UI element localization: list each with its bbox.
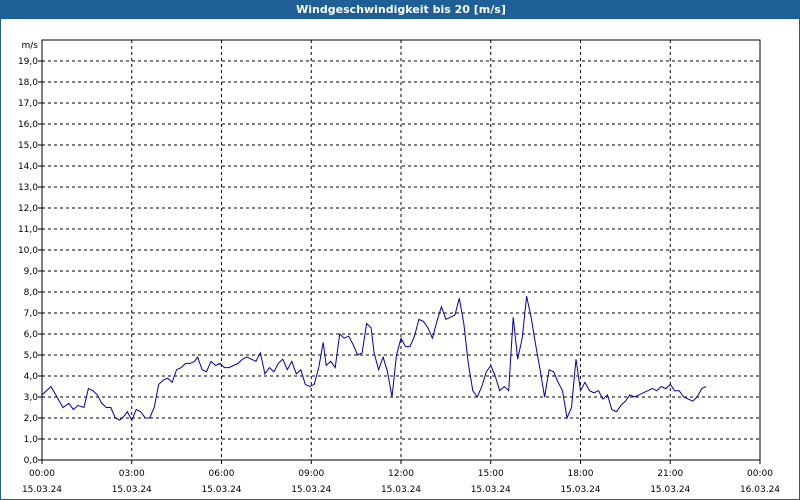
y-tick-label: 18,0 (18, 78, 38, 88)
y-tick-label: 13,0 (18, 183, 38, 193)
y-tick-label: 3,0 (24, 393, 39, 403)
wind-speed-line (41, 296, 707, 422)
x-tick-date-label: 16.03.24 (740, 485, 780, 495)
x-tick-date-label: 15.03.24 (560, 485, 600, 495)
x-tick-time-label: 03:00 (119, 469, 145, 479)
wind-speed-chart: 0,0 1,0 2,0 3,0 4,0 5,0 6,0 7,0 8,0 9,0 10,0 11,0 12… (18, 39, 780, 495)
x-tick-date-label: 15.03.24 (381, 485, 421, 495)
y-tick-label: 11,0 (18, 225, 38, 235)
x-tick-time-label: 00:00 (29, 469, 55, 479)
y-tick-label: 6,0 (24, 330, 39, 340)
x-tick-time-label: 21:00 (657, 469, 683, 479)
y-tick-label: 15,0 (18, 141, 38, 151)
x-tick-date-label: 15.03.24 (471, 485, 511, 495)
x-tick-time-label: 06:00 (209, 469, 235, 479)
grid-layer (42, 40, 760, 460)
x-tick-time-label: 18:00 (568, 469, 594, 479)
y-tick-label: 2,0 (24, 414, 39, 424)
y-tick-label: 9,0 (24, 267, 39, 277)
labels-layer: 0,0 1,0 2,0 3,0 4,0 5,0 6,0 7,0 8,0 9,0 10,0 11,0 12… (18, 41, 780, 495)
y-tick-label: 7,0 (24, 309, 39, 319)
y-tick-label: 5,0 (24, 351, 39, 361)
y-tick-label: 12,0 (18, 204, 38, 214)
y-axis-unit-label: m/s (22, 41, 39, 51)
x-tick-time-label: 15:00 (478, 469, 504, 479)
x-tick-date-label: 15.03.24 (650, 485, 690, 495)
y-tick-label: 8,0 (24, 288, 39, 298)
y-tick-label: 19,0 (18, 57, 38, 67)
y-tick-label: 1,0 (24, 435, 39, 445)
y-tick-label: 16,0 (18, 120, 38, 130)
x-tick-date-label: 15.03.24 (22, 485, 62, 495)
y-tick-label: 0,0 (24, 456, 39, 466)
x-tick-date-label: 15.03.24 (291, 485, 331, 495)
chart-window: Windgeschwindigkeit bis 20 [m/s] 0,0 1,0 2… (0, 0, 800, 500)
x-tick-time-label: 12:00 (388, 469, 414, 479)
axes-layer (38, 39, 761, 464)
y-tick-label: 4,0 (24, 372, 39, 382)
x-tick-time-label: 00:00 (747, 469, 773, 479)
x-tick-time-label: 09:00 (298, 469, 324, 479)
y-tick-label: 17,0 (18, 99, 38, 109)
y-tick-label: 14,0 (18, 162, 38, 172)
x-tick-date-label: 15.03.24 (112, 485, 152, 495)
x-tick-date-label: 15.03.24 (201, 485, 241, 495)
y-tick-label: 10,0 (18, 246, 38, 256)
series-layer (41, 296, 707, 422)
